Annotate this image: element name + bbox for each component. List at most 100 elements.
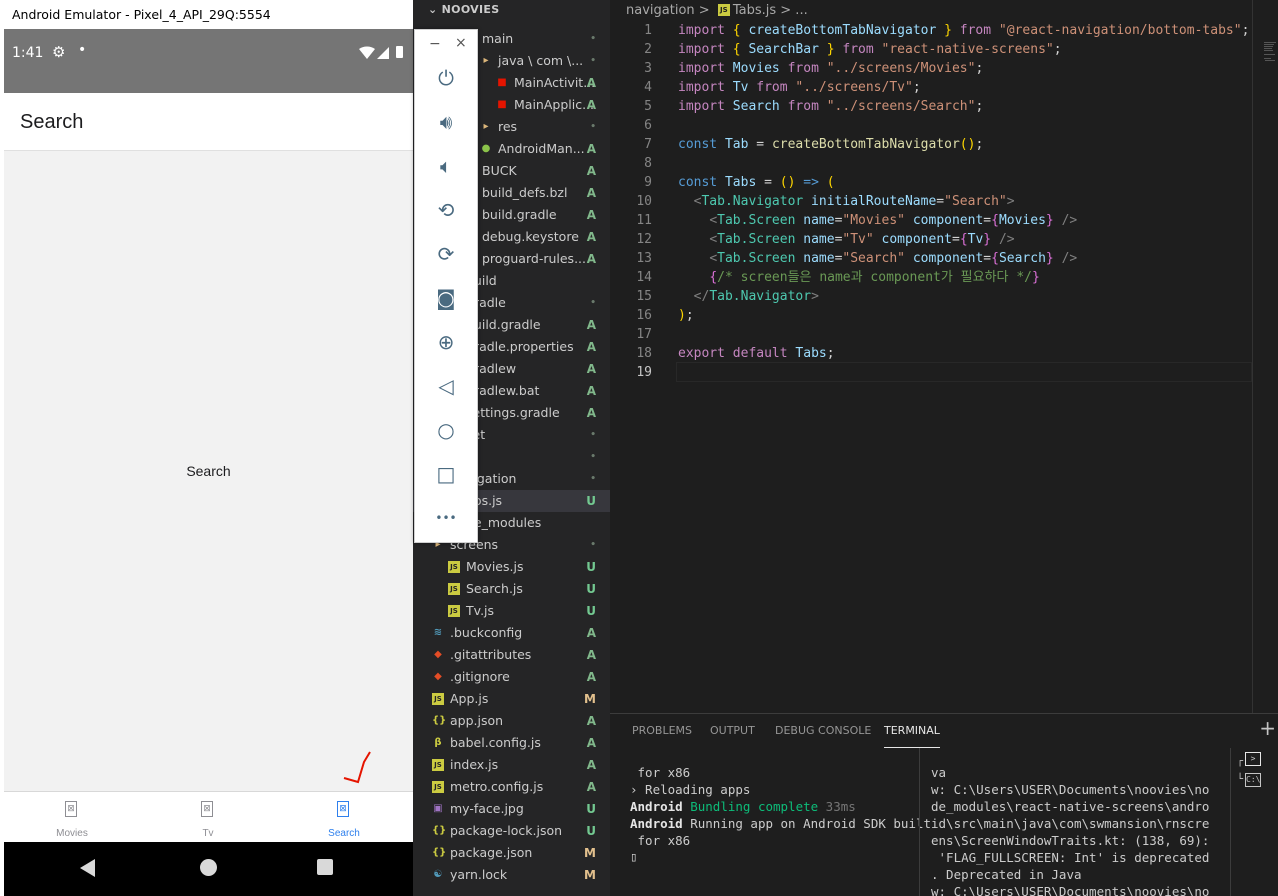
code-line[interactable]: 13 <Tab.Screen name="Search" component={… — [610, 249, 1278, 268]
tree-item[interactable]: JS App.js M — [412, 688, 610, 710]
overview-icon[interactable]: □ — [415, 459, 477, 489]
tab-problems[interactable]: PROBLEMS — [632, 714, 692, 748]
tree-item-label: Movies.js — [466, 559, 524, 574]
tree-item-label: metro.config.js — [450, 779, 544, 794]
code-line[interactable]: 12 <Tab.Screen name="Tv" component={Tv} … — [610, 230, 1278, 249]
tree-item-label: .buckconfig — [450, 625, 523, 640]
code-line[interactable]: 3 import Movies from "../screens/Movies"; — [610, 59, 1278, 78]
terminal-splitter[interactable] — [919, 748, 920, 896]
code-line[interactable]: 10 <Tab.Navigator initialRouteName="Sear… — [610, 192, 1278, 211]
code-line[interactable]: 8 — [610, 154, 1278, 173]
code-token: "@react-navigation/bottom-tabs" — [998, 23, 1242, 38]
volume-down-icon[interactable]: 🔈︎ — [415, 151, 477, 181]
tab-output[interactable]: OUTPUT — [710, 714, 755, 748]
code-line[interactable]: 11 <Tab.Screen name="Movies" component={… — [610, 211, 1278, 230]
wifi-icon — [359, 46, 389, 59]
terminal-line: de_modules\react-native-screens\andro — [931, 799, 1210, 814]
android-nav-bar — [4, 842, 413, 896]
close-button[interactable]: × — [455, 35, 467, 51]
tab-terminal[interactable]: TERMINAL — [884, 714, 940, 748]
editor-scrollbar[interactable] — [1252, 0, 1253, 713]
breadcrumb[interactable]: navigation > JS Tabs.js > ... — [626, 2, 808, 20]
tree-item[interactable]: ◆ .gitattributes A — [412, 644, 610, 666]
explorer-header[interactable]: ⌄ NOOVIES — [412, 0, 610, 20]
recents-icon[interactable] — [317, 859, 333, 875]
emulator-title[interactable]: Android Emulator - Pixel_4_API_29Q:5554 — [0, 0, 413, 29]
code-line[interactable]: 15 </Tab.Navigator> — [610, 287, 1278, 306]
code-line[interactable]: 16); — [610, 306, 1278, 325]
breadcrumb-more[interactable]: > ... — [780, 3, 807, 18]
tree-item-label: java \ com \... — [498, 53, 584, 68]
tree-item-label: package-lock.json — [450, 823, 563, 838]
code-token: { — [732, 42, 749, 57]
cmd-terminal-icon[interactable]: C:\ — [1245, 773, 1261, 787]
tree-item[interactable]: ◆ .gitignore A — [412, 666, 610, 688]
tree-item[interactable]: {} package.json M — [412, 842, 610, 864]
code-token: import — [678, 99, 725, 114]
tree-item[interactable]: ☯ yarn.lock M — [412, 864, 610, 886]
code-line[interactable]: 1 import { createBottomTabNavigator } fro… — [610, 21, 1278, 40]
code-line[interactable]: 6 — [610, 116, 1278, 135]
tree-item[interactable]: ▣ my-face.jpg U — [412, 798, 610, 820]
minimize-button[interactable]: − — [429, 36, 441, 52]
tree-item[interactable]: ≋ .buckconfig A — [412, 622, 610, 644]
breadcrumb-separator: > — [698, 3, 710, 18]
tree-item[interactable]: {} app.json A — [412, 710, 610, 732]
code-line[interactable]: 7 const Tab = createBottomTabNavigator(); — [610, 135, 1278, 154]
git-status-badge: A — [586, 384, 596, 398]
code-line[interactable]: 9 const Tabs = () => ( — [610, 173, 1278, 192]
js-file-icon: JS — [717, 3, 730, 16]
minimap[interactable] — [1262, 40, 1278, 80]
breadcrumb-folder[interactable]: navigation — [626, 3, 695, 18]
breadcrumb-file[interactable]: Tabs.js — [733, 3, 776, 18]
git-status-badge: M — [584, 692, 596, 706]
home-icon[interactable]: ○ — [415, 415, 477, 445]
code-line[interactable]: 5 import Search from "../screens/Search"; — [610, 97, 1278, 116]
new-terminal-button[interactable]: + — [1259, 718, 1276, 738]
tree-item-label: MainApplic... — [514, 97, 594, 112]
tree-item[interactable]: JS Movies.js U — [412, 556, 610, 578]
volume-up-icon[interactable]: 🔊︎ — [415, 107, 477, 137]
line-number: 2 — [644, 42, 652, 57]
code-token: "Search" — [842, 251, 906, 266]
more-icon[interactable]: ••• — [415, 503, 477, 533]
code-line[interactable]: 14 {/* screen들은 name과 component가 필요하다 */… — [610, 268, 1278, 287]
code-line[interactable]: 18 export default Tabs; — [610, 344, 1278, 363]
tree-item[interactable]: β babel.config.js A — [412, 732, 610, 754]
back-icon[interactable] — [80, 859, 95, 877]
tab-tv[interactable]: ⊠ Tv — [140, 792, 276, 843]
tree-item[interactable]: JS index.js A — [412, 754, 610, 776]
code-line[interactable]: 2 import { SearchBar } from "react-native… — [610, 40, 1278, 59]
code-token: { — [991, 213, 999, 228]
home-icon[interactable] — [200, 859, 217, 876]
code-text: </Tab.Navigator> — [678, 287, 819, 306]
tree-item[interactable]: {} package-lock.json U — [412, 820, 610, 842]
git-status-badge: M — [584, 846, 596, 860]
back-icon[interactable]: ◁ — [415, 371, 477, 401]
tree-item[interactable]: JS Search.js U — [412, 578, 610, 600]
camera-icon[interactable]: ◙ — [415, 283, 477, 313]
zoom-icon[interactable]: ⊕ — [415, 327, 477, 357]
tab-debug-console[interactable]: DEBUG CONSOLE — [775, 714, 871, 748]
terminal-text: for x86 — [630, 765, 691, 780]
code-text: <Tab.Navigator initialRouteName="Search"… — [678, 192, 1015, 211]
terminal-line: for x86 — [630, 832, 691, 849]
code-line[interactable]: 19 — [610, 363, 1278, 382]
power-icon[interactable]: ⏻ — [415, 63, 477, 93]
code-line[interactable]: 4 import Tv from "../screens/Tv"; — [610, 78, 1278, 97]
rotate-left-icon[interactable]: ⟲ — [415, 195, 477, 225]
code-line[interactable]: 17 — [610, 325, 1278, 344]
code-token: from — [787, 99, 819, 114]
rotate-right-icon[interactable]: ⟳ — [415, 239, 477, 269]
code-token: initialRouteName — [803, 194, 937, 209]
tab-search[interactable]: ⊠ Search — [276, 792, 412, 843]
tab-movies[interactable]: ⊠ Movies — [4, 792, 140, 843]
tree-item[interactable]: JS metro.config.js A — [412, 776, 610, 798]
tree-item[interactable]: JS Tv.js U — [412, 600, 610, 622]
terminal-line: w: C:\Users\USER\Documents\noovies\no — [931, 884, 1210, 896]
terminal-icon[interactable]: > — [1245, 752, 1261, 766]
git-status-badge: U — [586, 802, 596, 816]
code-token: SearchBar — [748, 42, 819, 57]
terminal-line: › Reloading apps — [630, 781, 750, 798]
code-editor[interactable]: navigation > JS Tabs.js > ... 1 import { c… — [610, 0, 1278, 713]
